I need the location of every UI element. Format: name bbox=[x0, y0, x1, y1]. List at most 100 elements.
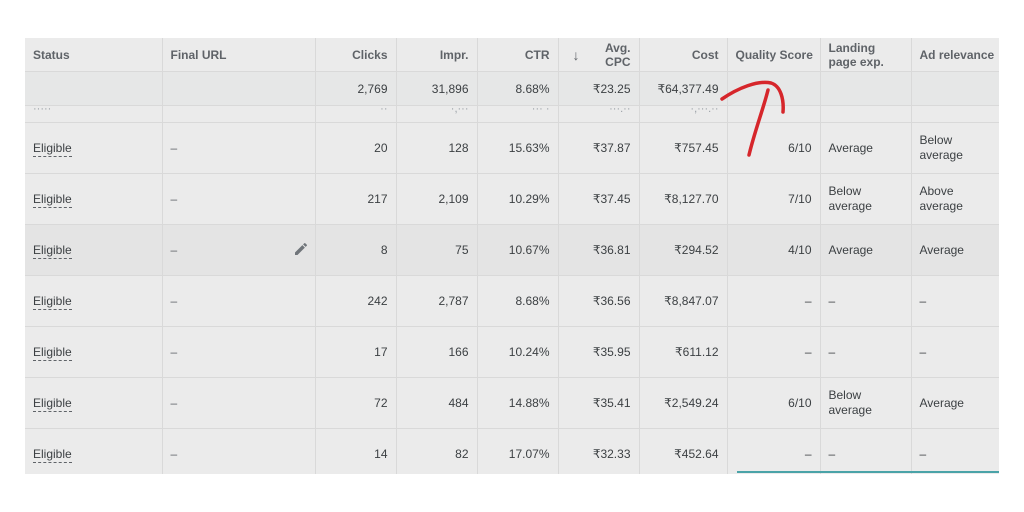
landing-page-cell: Average bbox=[820, 122, 912, 174]
cost-cell: ₹2,549.24 bbox=[639, 377, 728, 429]
table-row[interactable]: Eligible – 14 82 17.07% ₹32.33 ₹452.64 –… bbox=[25, 428, 999, 474]
header-row: Status Final URL Clicks Impr. CTR ↓ Avg.… bbox=[25, 38, 999, 72]
final-url-cell: – bbox=[170, 345, 178, 359]
total-landing-page bbox=[820, 71, 912, 106]
final-url-cell: – bbox=[170, 294, 178, 308]
avg-cpc-cell: ₹37.45 bbox=[558, 173, 640, 225]
impr-cell: 2,787 bbox=[396, 275, 478, 327]
header-ctr[interactable]: CTR bbox=[477, 38, 559, 72]
quality-score-cell: 6/10 bbox=[727, 377, 821, 429]
header-landing-page[interactable]: Landing page exp. bbox=[820, 38, 912, 72]
arrow-down-icon[interactable]: ↓ bbox=[573, 47, 580, 63]
total-quality-score bbox=[727, 71, 821, 106]
impr-cell: 82 bbox=[396, 428, 478, 474]
avg-cpc-cell: ₹37.87 bbox=[558, 122, 640, 174]
status-link[interactable]: Eligible bbox=[33, 192, 72, 208]
header-quality-score[interactable]: Quality Score bbox=[727, 38, 821, 72]
total-avg-cpc: ₹23.25 bbox=[558, 71, 640, 106]
total-status bbox=[25, 71, 163, 106]
final-url-cell: – bbox=[170, 396, 178, 410]
landing-page-cell: Below average bbox=[820, 377, 912, 429]
cost-cell: ₹452.64 bbox=[639, 428, 728, 474]
total-ad-relevance bbox=[911, 71, 999, 106]
ad-relevance-cell: – bbox=[911, 428, 999, 474]
impr-cell: 484 bbox=[396, 377, 478, 429]
table-row[interactable]: Eligible – 20 128 15.63% ₹37.87 ₹757.45 … bbox=[25, 122, 999, 174]
table-row[interactable]: Eligible – 17 166 10.24% ₹35.95 ₹611.12 … bbox=[25, 326, 999, 378]
avg-cpc-cell: ₹36.56 bbox=[558, 275, 640, 327]
ad-relevance-cell: Above average bbox=[911, 173, 999, 225]
quality-score-cell: – bbox=[727, 428, 821, 474]
header-clicks[interactable]: Clicks bbox=[315, 38, 397, 72]
ctr-cell: 17.07% bbox=[477, 428, 559, 474]
total-impr: 31,896 bbox=[396, 71, 478, 106]
cost-cell: ₹294.52 bbox=[639, 224, 728, 276]
status-link[interactable]: Eligible bbox=[33, 243, 72, 259]
status-link[interactable]: Eligible bbox=[33, 396, 72, 412]
status-link[interactable]: Eligible bbox=[33, 447, 72, 463]
table-row[interactable]: Eligible – 8 75 10.67% ₹36.81 ₹294.52 4/… bbox=[25, 224, 999, 276]
landing-page-cell: – bbox=[820, 326, 912, 378]
impr-cell: 128 bbox=[396, 122, 478, 174]
header-avg-cpc-line1: Avg. bbox=[604, 40, 631, 55]
cost-cell: ₹757.45 bbox=[639, 122, 728, 174]
total-ctr: 8.68% bbox=[477, 71, 559, 106]
clipped-row: ····· ·· ·,··· ··· · ···.·· ·,···.·· bbox=[25, 105, 999, 123]
ctr-cell: 8.68% bbox=[477, 275, 559, 327]
header-ad-relevance[interactable]: Ad relevance bbox=[911, 38, 999, 72]
total-cost: ₹64,377.49 bbox=[639, 71, 728, 106]
focus-underline bbox=[737, 471, 999, 473]
avg-cpc-cell: ₹36.81 bbox=[558, 224, 640, 276]
clipped-status: ····· bbox=[33, 105, 52, 116]
ad-relevance-cell: – bbox=[911, 326, 999, 378]
table-row[interactable]: Eligible – 242 2,787 8.68% ₹36.56 ₹8,847… bbox=[25, 275, 999, 327]
clicks-cell: 8 bbox=[315, 224, 397, 276]
header-impr[interactable]: Impr. bbox=[396, 38, 478, 72]
table-row[interactable]: Eligible – 217 2,109 10.29% ₹37.45 ₹8,12… bbox=[25, 173, 999, 225]
ads-table: Status Final URL Clicks Impr. CTR ↓ Avg.… bbox=[25, 38, 999, 474]
final-url-cell: – bbox=[170, 141, 178, 155]
pencil-icon[interactable] bbox=[293, 241, 309, 257]
cost-cell: ₹8,127.70 bbox=[639, 173, 728, 225]
ctr-cell: 10.24% bbox=[477, 326, 559, 378]
data-table: Status Final URL Clicks Impr. CTR ↓ Avg.… bbox=[25, 38, 999, 474]
clipped-clicks: ·· bbox=[380, 105, 388, 116]
header-status[interactable]: Status bbox=[25, 38, 163, 72]
total-clicks: 2,769 bbox=[315, 71, 397, 106]
quality-score-cell: 6/10 bbox=[727, 122, 821, 174]
quality-score-cell: 7/10 bbox=[727, 173, 821, 225]
ad-relevance-cell: Average bbox=[911, 377, 999, 429]
table-row[interactable]: Eligible – 72 484 14.88% ₹35.41 ₹2,549.2… bbox=[25, 377, 999, 429]
final-url-cell: – bbox=[170, 192, 178, 206]
clicks-cell: 217 bbox=[315, 173, 397, 225]
ctr-cell: 15.63% bbox=[477, 122, 559, 174]
total-final-url bbox=[162, 71, 316, 106]
clipped-ctr: ··· · bbox=[531, 105, 550, 116]
impr-cell: 166 bbox=[396, 326, 478, 378]
clicks-cell: 242 bbox=[315, 275, 397, 327]
quality-score-cell: 4/10 bbox=[727, 224, 821, 276]
ctr-cell: 10.67% bbox=[477, 224, 559, 276]
ctr-cell: 10.29% bbox=[477, 173, 559, 225]
status-link[interactable]: Eligible bbox=[33, 294, 72, 310]
clicks-cell: 17 bbox=[315, 326, 397, 378]
status-link[interactable]: Eligible bbox=[33, 345, 72, 361]
header-avg-cpc[interactable]: ↓ Avg. CPC bbox=[558, 38, 640, 72]
header-final-url[interactable]: Final URL bbox=[162, 38, 316, 72]
landing-page-cell: Below average bbox=[820, 173, 912, 225]
landing-page-cell: Average bbox=[820, 224, 912, 276]
status-link[interactable]: Eligible bbox=[33, 141, 72, 157]
clicks-cell: 20 bbox=[315, 122, 397, 174]
avg-cpc-cell: ₹35.95 bbox=[558, 326, 640, 378]
ctr-cell: 14.88% bbox=[477, 377, 559, 429]
header-cost[interactable]: Cost bbox=[639, 38, 728, 72]
cost-cell: ₹611.12 bbox=[639, 326, 728, 378]
clipped-avg-cpc: ···.·· bbox=[609, 105, 631, 116]
ad-relevance-cell: Below average bbox=[911, 122, 999, 174]
header-avg-cpc-line2: CPC bbox=[605, 54, 631, 69]
impr-cell: 75 bbox=[396, 224, 478, 276]
clicks-cell: 14 bbox=[315, 428, 397, 474]
avg-cpc-cell: ₹32.33 bbox=[558, 428, 640, 474]
final-url-cell: – bbox=[170, 447, 178, 461]
quality-score-cell: – bbox=[727, 326, 821, 378]
